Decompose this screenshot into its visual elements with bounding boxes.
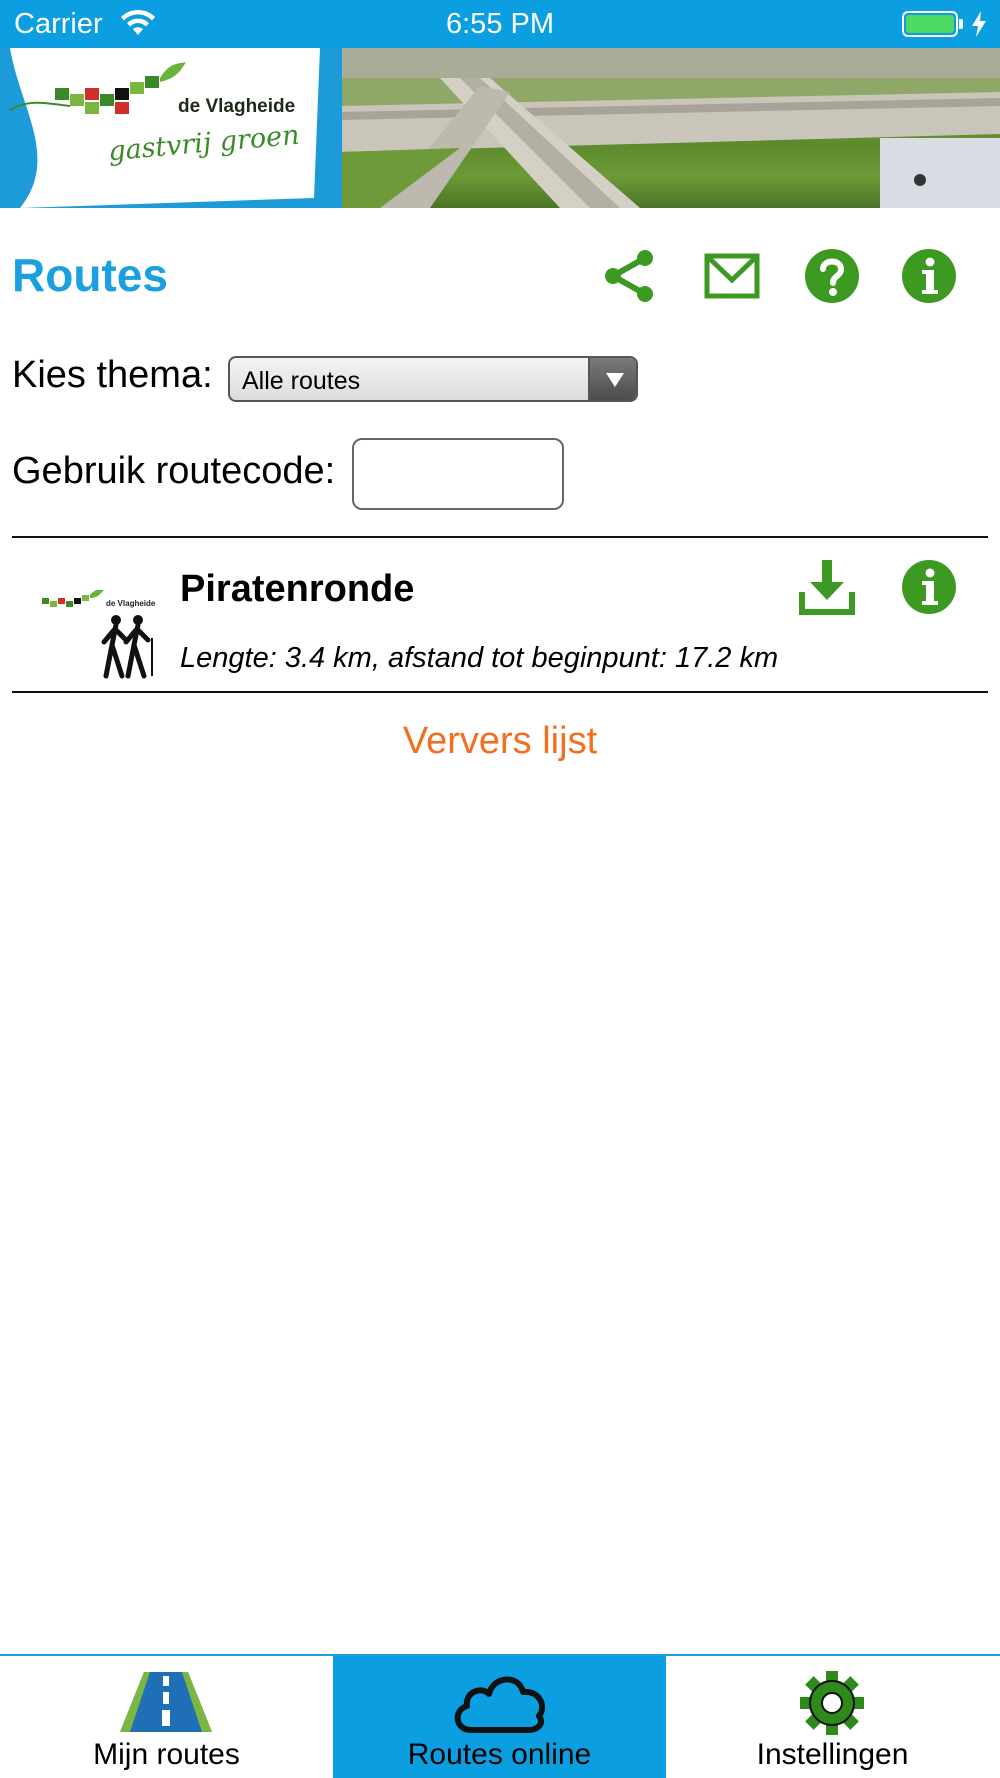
list-item[interactable]: de Vlagheide Piratenronde Lengte: 3.4 km…: [12, 538, 988, 692]
tab-label-routes-online: Routes online: [407, 1738, 592, 1771]
header-banner: de Vlagheide gastvrij groen: [0, 48, 1000, 208]
theme-select-value: Alle routes: [242, 367, 361, 395]
page-title: Routes: [12, 249, 168, 301]
info-icon[interactable]: [900, 248, 958, 304]
battery-icon: [902, 11, 958, 37]
route-meta: Lengte: 3.4 km, afstand tot beginpunt: 1…: [180, 642, 779, 674]
thumb-brand-text: de Vlagheide: [106, 599, 156, 608]
refresh-list-button[interactable]: Ververs lijst: [0, 720, 1000, 763]
tab-settings[interactable]: Instellingen: [666, 1656, 999, 1778]
share-icon[interactable]: [601, 248, 659, 304]
tab-label-my-routes: Mijn routes: [93, 1738, 240, 1771]
tab-my-routes[interactable]: Mijn routes: [0, 1656, 333, 1778]
fence-photo: [340, 48, 1000, 208]
download-icon[interactable]: [798, 558, 856, 616]
gear-icon: [800, 1671, 864, 1735]
route-code-input[interactable]: [352, 438, 564, 510]
charging-bolt-icon: [972, 11, 986, 37]
tab-bar: Mijn routes Routes online Instellingen: [0, 1654, 1000, 1778]
brand-logo-panel: de Vlagheide gastvrij groen: [0, 48, 342, 208]
route-code-label: Gebruik routecode:: [12, 450, 336, 492]
help-icon[interactable]: [803, 248, 861, 304]
tab-routes-online[interactable]: Routes online: [333, 1656, 666, 1778]
hiker-logo-icon: de Vlagheide: [42, 590, 156, 679]
theme-select[interactable]: Alle routes: [228, 356, 638, 402]
cloud-icon: [454, 1676, 546, 1733]
theme-label: Kies thema:: [12, 354, 213, 396]
status-bar: Carrier 6:55 PM: [0, 0, 1000, 48]
tab-label-settings: Instellingen: [756, 1738, 909, 1771]
mail-icon[interactable]: [703, 248, 761, 304]
clock: 6:55 PM: [446, 8, 554, 40]
logo-name: de Vlagheide: [178, 96, 296, 117]
road-icon: [120, 1672, 212, 1732]
battery-nub: [959, 19, 963, 29]
route-info-icon[interactable]: [900, 558, 958, 616]
chevron-down-icon[interactable]: [588, 358, 636, 400]
list-divider-bottom: [12, 691, 988, 693]
route-name: Piratenronde: [180, 568, 415, 610]
